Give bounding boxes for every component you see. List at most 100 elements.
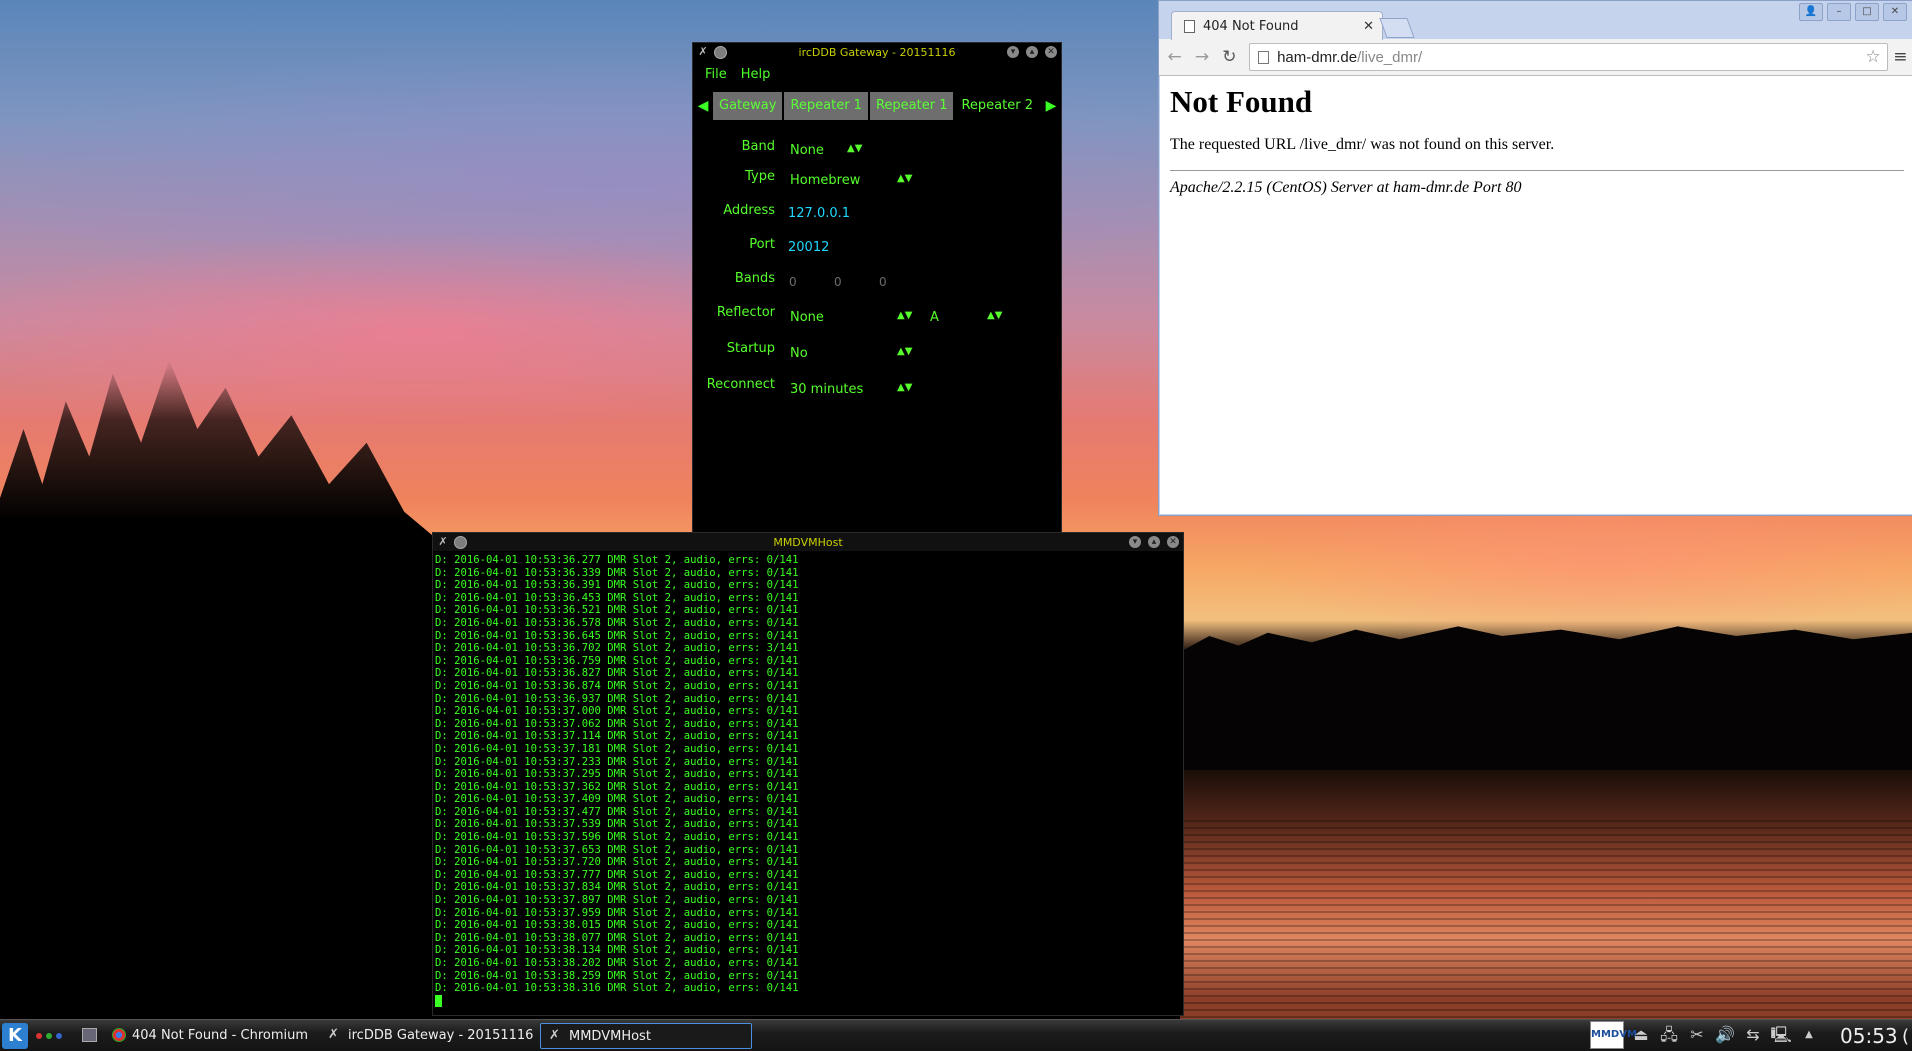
- desktop-2-icon[interactable]: [46, 1033, 52, 1039]
- bands-value-3[interactable]: 0: [879, 275, 887, 289]
- reconnect-select[interactable]: 30 minutes: [790, 382, 863, 397]
- log-line: D: 2016-04-01 10:53:37.897 DMR Slot 2, a…: [435, 894, 799, 907]
- ircddb-titlebar[interactable]: ✗ ircDDB Gateway - 20151116 ▾ ▴ ✕: [693, 43, 1061, 61]
- page-icon: [1184, 19, 1195, 33]
- type-spinner-icon[interactable]: ▲▼: [897, 173, 912, 184]
- maximize-icon[interactable]: ▴: [1148, 536, 1160, 548]
- log-line: D: 2016-04-01 10:53:37.000 DMR Slot 2, a…: [435, 705, 799, 718]
- minimize-icon[interactable]: –: [1827, 3, 1851, 21]
- close-icon[interactable]: ✕: [1883, 3, 1907, 21]
- page-info-icon[interactable]: [1258, 50, 1270, 64]
- maximize-icon[interactable]: ▴: [1026, 46, 1038, 58]
- mmdvm-tray-icon[interactable]: MMDVM: [1590, 1021, 1637, 1049]
- desktop-1-icon[interactable]: [36, 1033, 42, 1039]
- log-line: D: 2016-04-01 10:53:37.720 DMR Slot 2, a…: [435, 856, 799, 869]
- tab-scroll-right-icon[interactable]: ▶: [1041, 98, 1061, 114]
- tab-repeater-2[interactable]: Repeater 2: [955, 92, 1039, 120]
- log-line: D: 2016-04-01 10:53:38.015 DMR Slot 2, a…: [435, 919, 799, 932]
- network-icon[interactable]: 🖳: [1770, 1024, 1792, 1046]
- close-tab-icon[interactable]: ✕: [1363, 19, 1374, 34]
- tab-strip: 404 Not Found ✕ 👤 – □ ✕: [1159, 1, 1912, 40]
- log-line: D: 2016-04-01 10:53:36.578 DMR Slot 2, a…: [435, 616, 799, 629]
- tab-gateway[interactable]: Gateway: [713, 92, 783, 120]
- port-field[interactable]: 20012: [788, 240, 829, 255]
- clock[interactable]: 05:53: [1840, 1024, 1898, 1048]
- address-label: Address: [723, 203, 775, 218]
- startup-select[interactable]: No: [790, 346, 808, 361]
- klipper-scissors-icon[interactable]: ✂: [1686, 1024, 1708, 1046]
- task-label: ircDDB Gateway - 20151116: [348, 1027, 534, 1043]
- network-display-icon[interactable]: 🖧: [1658, 1024, 1680, 1046]
- port-row: Port 20012: [693, 237, 1061, 257]
- forward-icon[interactable]: →: [1190, 47, 1213, 67]
- bookmark-star-icon[interactable]: ☆: [1865, 47, 1880, 67]
- log-line: D: 2016-04-01 10:53:37.596 DMR Slot 2, a…: [435, 831, 799, 844]
- log-line: D: 2016-04-01 10:53:36.339 DMR Slot 2, a…: [435, 566, 799, 579]
- menu-file[interactable]: File: [705, 67, 727, 82]
- terminal-cursor: [435, 994, 442, 1007]
- kde-menu-icon[interactable]: K: [2, 1023, 28, 1049]
- bands-value-2[interactable]: 0: [834, 275, 842, 289]
- minimize-icon[interactable]: ▾: [1007, 46, 1019, 58]
- close-icon[interactable]: ✕: [1045, 46, 1057, 58]
- tab-repeater-1[interactable]: Repeater 1: [784, 92, 868, 120]
- type-select[interactable]: Homebrew: [790, 173, 860, 188]
- reload-icon[interactable]: ↻: [1218, 47, 1241, 67]
- profile-icon[interactable]: 👤: [1799, 3, 1823, 21]
- startup-row: Startup No ▲▼: [693, 341, 1061, 361]
- maximize-icon[interactable]: □: [1855, 3, 1879, 21]
- task-ircddb[interactable]: ✗ ircDDB Gateway - 20151116: [320, 1023, 548, 1047]
- log-line: D: 2016-04-01 10:53:37.295 DMR Slot 2, a…: [435, 768, 799, 781]
- reconnect-label: Reconnect: [706, 377, 775, 392]
- reflector-row: Reflector None ▲▼ A ▲▼: [693, 305, 1061, 325]
- reflector-module-select[interactable]: A: [930, 310, 939, 325]
- reconnect-spinner-icon[interactable]: ▲▼: [897, 382, 912, 393]
- log-line: D: 2016-04-01 10:53:36.645 DMR Slot 2, a…: [435, 629, 799, 642]
- band-row: Band None ▲▼: [693, 139, 1061, 159]
- log-line: D: 2016-04-01 10:53:38.316 DMR Slot 2, a…: [435, 982, 799, 995]
- close-icon[interactable]: ✕: [1167, 536, 1179, 548]
- new-tab-button[interactable]: [1379, 18, 1415, 38]
- mmdvmhost-window[interactable]: ✗ MMDVMHost ▾ ▴ ✕ D: 2016-04-01 10:53:36…: [432, 532, 1184, 1016]
- menu-help[interactable]: Help: [741, 67, 771, 82]
- log-line: D: 2016-04-01 10:53:37.181 DMR Slot 2, a…: [435, 742, 799, 755]
- port-label: Port: [749, 237, 775, 252]
- usb-icon[interactable]: ⇆: [1742, 1024, 1764, 1046]
- log-line: D: 2016-04-01 10:53:36.937 DMR Slot 2, a…: [435, 692, 799, 705]
- log-line: D: 2016-04-01 10:53:38.259 DMR Slot 2, a…: [435, 969, 799, 982]
- reflector-select[interactable]: None: [790, 310, 824, 325]
- tab-repeater-1-b[interactable]: Repeater 1: [869, 92, 954, 120]
- show-desktop-icon[interactable]: [82, 1028, 97, 1042]
- pager[interactable]: [36, 1033, 62, 1039]
- log-line: D: 2016-04-01 10:53:36.453 DMR Slot 2, a…: [435, 591, 799, 604]
- band-select[interactable]: None: [790, 143, 824, 158]
- chromium-window[interactable]: 404 Not Found ✕ 👤 – □ ✕ ← → ↻ ham-dmr.de…: [1158, 0, 1912, 516]
- startup-spinner-icon[interactable]: ▲▼: [897, 346, 912, 357]
- divider: [1170, 170, 1904, 171]
- tab-scroll-left-icon[interactable]: ◀: [693, 98, 713, 114]
- band-spinner-icon[interactable]: ▲▼: [847, 143, 862, 154]
- address-bar[interactable]: ham-dmr.de/live_dmr/ ☆: [1249, 43, 1888, 71]
- task-mmdvmhost[interactable]: ✗ MMDVMHost: [540, 1023, 752, 1049]
- page-content: Not Found The requested URL /live_dmr/ w…: [1160, 76, 1912, 514]
- back-icon[interactable]: ←: [1163, 47, 1186, 67]
- desktop-3-icon[interactable]: [56, 1033, 62, 1039]
- mmdvm-titlebar[interactable]: ✗ MMDVMHost ▾ ▴ ✕: [433, 533, 1183, 551]
- chrome-menu-icon[interactable]: ≡: [1888, 47, 1912, 67]
- bands-value-1[interactable]: 0: [789, 275, 797, 289]
- browser-tab[interactable]: 404 Not Found ✕: [1171, 11, 1383, 40]
- tray-expand-icon[interactable]: ▲: [1798, 1024, 1820, 1046]
- task-label: MMDVMHost: [569, 1028, 651, 1044]
- removable-drive-icon[interactable]: ⏏: [1630, 1024, 1652, 1046]
- volume-icon[interactable]: 🔊: [1714, 1024, 1736, 1046]
- ircddb-gateway-window[interactable]: ✗ ircDDB Gateway - 20151116 ▾ ▴ ✕ File H…: [692, 42, 1062, 534]
- reflector-module-spinner-icon[interactable]: ▲▼: [987, 310, 1002, 321]
- chromium-icon: [112, 1028, 126, 1042]
- address-field[interactable]: 127.0.0.1: [788, 206, 850, 221]
- reflector-spinner-icon[interactable]: ▲▼: [897, 310, 912, 321]
- bands-row: Bands 0 0 0: [693, 271, 1061, 291]
- log-line: D: 2016-04-01 10:53:36.521 DMR Slot 2, a…: [435, 604, 799, 617]
- task-chromium[interactable]: 404 Not Found - Chromium: [104, 1023, 326, 1047]
- minimize-icon[interactable]: ▾: [1129, 536, 1141, 548]
- terminal-output[interactable]: D: 2016-04-01 10:53:36.277 DMR Slot 2, a…: [433, 551, 1183, 1010]
